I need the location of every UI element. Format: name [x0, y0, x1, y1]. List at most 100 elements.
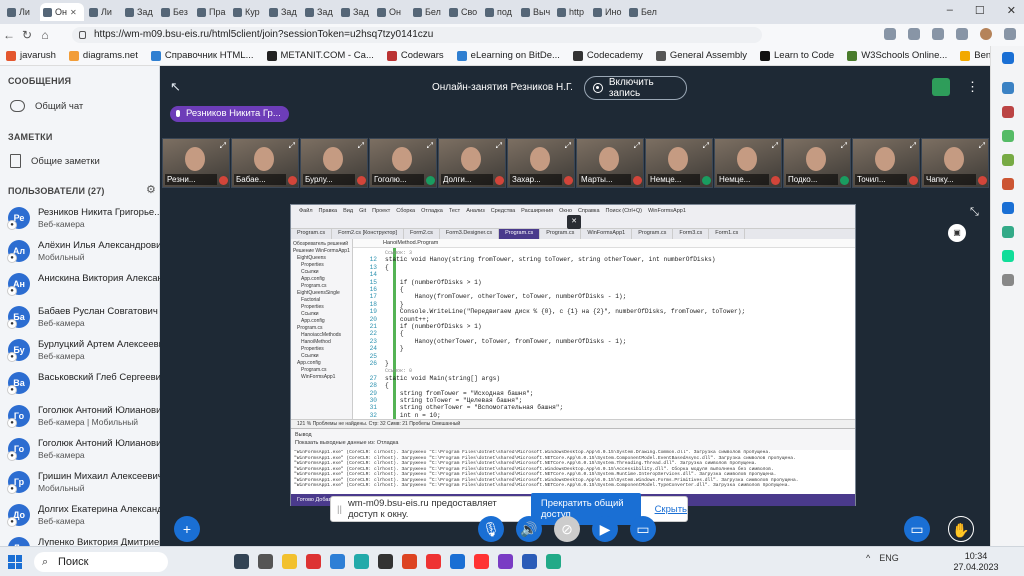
- webcam-tile[interactable]: ⤢ Немце...: [714, 138, 782, 188]
- maximize-icon[interactable]: ☐: [975, 4, 985, 17]
- vs-menu-item[interactable]: Отладка: [421, 208, 443, 214]
- presentation-icon[interactable]: ▭: [904, 516, 930, 542]
- bookmark-item[interactable]: diagrams.net: [68, 50, 138, 61]
- vs-menu-item[interactable]: Расширения: [521, 208, 553, 214]
- webcam-tile[interactable]: ⤢ Захар...: [507, 138, 575, 188]
- telegram-icon[interactable]: [1002, 226, 1014, 238]
- solution-item[interactable]: Properties: [293, 346, 350, 353]
- options-menu-icon[interactable]: ⋮: [966, 79, 979, 95]
- webcam-tile[interactable]: ⤢ Долги...: [438, 138, 506, 188]
- more-icon[interactable]: [1004, 28, 1016, 40]
- edge-icon[interactable]: [330, 554, 345, 569]
- vs-menu-item[interactable]: Проект: [372, 208, 390, 214]
- terminal-icon[interactable]: [378, 554, 393, 569]
- audio-icon[interactable]: 🔊: [516, 516, 542, 542]
- microphone-icon[interactable]: 🎙: [478, 516, 504, 542]
- language-indicator[interactable]: ENG: [879, 553, 899, 563]
- user-list-item[interactable]: Ва ● Васьковский Глеб Сергеевич: [7, 369, 160, 399]
- webcam-tile[interactable]: ⤢ Резни...: [162, 138, 230, 188]
- solution-item[interactable]: Обозреватель решений: [293, 241, 350, 248]
- solution-item[interactable]: Properties: [293, 262, 350, 269]
- expand-icon[interactable]: ⤢: [979, 141, 985, 151]
- vs-editor-tab[interactable]: Form3.Designer.cs: [440, 229, 500, 239]
- solution-item[interactable]: Решение WinFormsApp1: [293, 248, 350, 255]
- vs-menu-item[interactable]: Файл: [299, 208, 313, 214]
- vs-menu-item[interactable]: Поиск (Ctrl+Q): [606, 208, 642, 214]
- solution-item[interactable]: Ссылки: [293, 311, 350, 318]
- app2-icon[interactable]: [450, 554, 465, 569]
- home-icon[interactable]: ⌂: [36, 28, 54, 42]
- gear-icon[interactable]: ⚙: [146, 183, 156, 196]
- widgets-icon[interactable]: [258, 554, 273, 569]
- expand-icon[interactable]: ⤢: [772, 141, 778, 151]
- solution-item[interactable]: WinFormsApp1: [293, 374, 350, 381]
- screen-share-close-icon[interactable]: ✕: [567, 215, 581, 229]
- expand-icon[interactable]: ⤢: [703, 141, 709, 151]
- vs-menu-item[interactable]: Вид: [343, 208, 353, 214]
- user-list-item[interactable]: Бу ● Бурлуцкий Артем Алексеевич Веб-камера: [7, 336, 160, 366]
- webcam-tile[interactable]: ⤢ Точил...: [852, 138, 920, 188]
- vs-menu-item[interactable]: Сборка: [396, 208, 415, 214]
- webcam-tile[interactable]: ⤢ Чапку...: [921, 138, 989, 188]
- vs-editor-tab[interactable]: Form1.cs: [709, 229, 746, 239]
- browser-tab[interactable]: Он: [374, 3, 408, 21]
- url-field[interactable]: https://wm-m09.bsu-eis.ru/html5client/jo…: [72, 27, 762, 43]
- solution-item[interactable]: App.config: [293, 276, 350, 283]
- bookmark-item[interactable]: eLearning on BitDe...: [456, 50, 560, 61]
- expand-icon[interactable]: ⤢: [427, 141, 433, 151]
- solution-item[interactable]: Program.cs: [293, 367, 350, 374]
- bookmark-item[interactable]: Codewars: [386, 50, 444, 61]
- bing-icon[interactable]: [1002, 52, 1014, 64]
- browser-tab[interactable]: Ино: [590, 3, 624, 21]
- browser-tab[interactable]: http: [554, 3, 588, 21]
- vs-editor-tab[interactable]: Program.cs: [540, 229, 582, 239]
- clock[interactable]: 10:34 27.04.2023: [952, 551, 1000, 573]
- webcam-tile[interactable]: ⤢ Бабае...: [231, 138, 299, 188]
- taskbar-search[interactable]: Поиск: [34, 552, 168, 572]
- expand-icon[interactable]: ⤢: [910, 141, 916, 151]
- expand-icon[interactable]: ⤢: [358, 141, 364, 151]
- solution-item[interactable]: Program.cs: [293, 325, 350, 332]
- search-icon[interactable]: [1002, 82, 1014, 94]
- vs-editor-tab[interactable]: WinFormsApp1: [581, 229, 633, 239]
- public-chat-item[interactable]: Общий чат: [10, 100, 83, 112]
- vs-editor-tab[interactable]: Form2.cs: [404, 229, 440, 239]
- browser-tab[interactable]: Пра: [194, 3, 228, 21]
- user-list-item[interactable]: Го ● Гоголюк Антоний Юлианович Веб-камера: [7, 435, 160, 465]
- webcam-tile[interactable]: ⤢ Подко...: [783, 138, 851, 188]
- office-icon[interactable]: [1002, 178, 1014, 190]
- yandex-browser-icon[interactable]: [426, 554, 441, 569]
- expand-icon[interactable]: ⤢: [496, 141, 502, 151]
- tools-icon[interactable]: [1002, 130, 1014, 142]
- browser-tab[interactable]: Зад: [122, 3, 156, 21]
- vs-menu-item[interactable]: Средства: [491, 208, 515, 214]
- expand-icon[interactable]: ⤢: [634, 141, 640, 151]
- bookmark-item[interactable]: Codecademy: [572, 50, 643, 61]
- share-screen-icon[interactable]: ▭: [630, 516, 656, 542]
- vs-editor-tab[interactable]: Program.cs: [291, 229, 333, 239]
- solution-item[interactable]: EightQueens: [293, 255, 350, 262]
- browser-tab[interactable]: Бел: [410, 3, 444, 21]
- fullscreen-exit-icon[interactable]: ⤡: [970, 206, 979, 219]
- games-icon[interactable]: [1002, 154, 1014, 166]
- screen-cast-icon[interactable]: [884, 28, 896, 40]
- solution-item[interactable]: Ссылки: [293, 353, 350, 360]
- vs-editor-tab[interactable]: Program.cs: [632, 229, 674, 239]
- browser-tab[interactable]: Зад: [302, 3, 336, 21]
- webcam-tile[interactable]: ⤢ Немце...: [645, 138, 713, 188]
- solution-item[interactable]: App.config: [293, 318, 350, 325]
- expand-icon[interactable]: ⤢: [289, 141, 295, 151]
- vs-menu-item[interactable]: Правка: [319, 208, 338, 214]
- bookmark-item[interactable]: METANIT.COM - Са...: [266, 50, 374, 61]
- webcam-tile[interactable]: ⤢ Марты...: [576, 138, 644, 188]
- expand-icon[interactable]: ⤢: [841, 141, 847, 151]
- plus-icon[interactable]: +: [174, 516, 200, 542]
- user-list-item[interactable]: До●Долгих Екатерина Александро...Веб-кам…: [7, 501, 160, 531]
- user-list-item[interactable]: Ан●Анискина Виктория Александр...: [7, 270, 160, 300]
- solution-item[interactable]: EightQueensSingle: [293, 290, 350, 297]
- expand-icon[interactable]: ⤢: [565, 141, 571, 151]
- bookmark-item[interactable]: General Assembly: [655, 50, 747, 61]
- visual-studio-icon[interactable]: [498, 554, 513, 569]
- solution-item[interactable]: Factorial: [293, 297, 350, 304]
- file-explorer-icon[interactable]: [282, 554, 297, 569]
